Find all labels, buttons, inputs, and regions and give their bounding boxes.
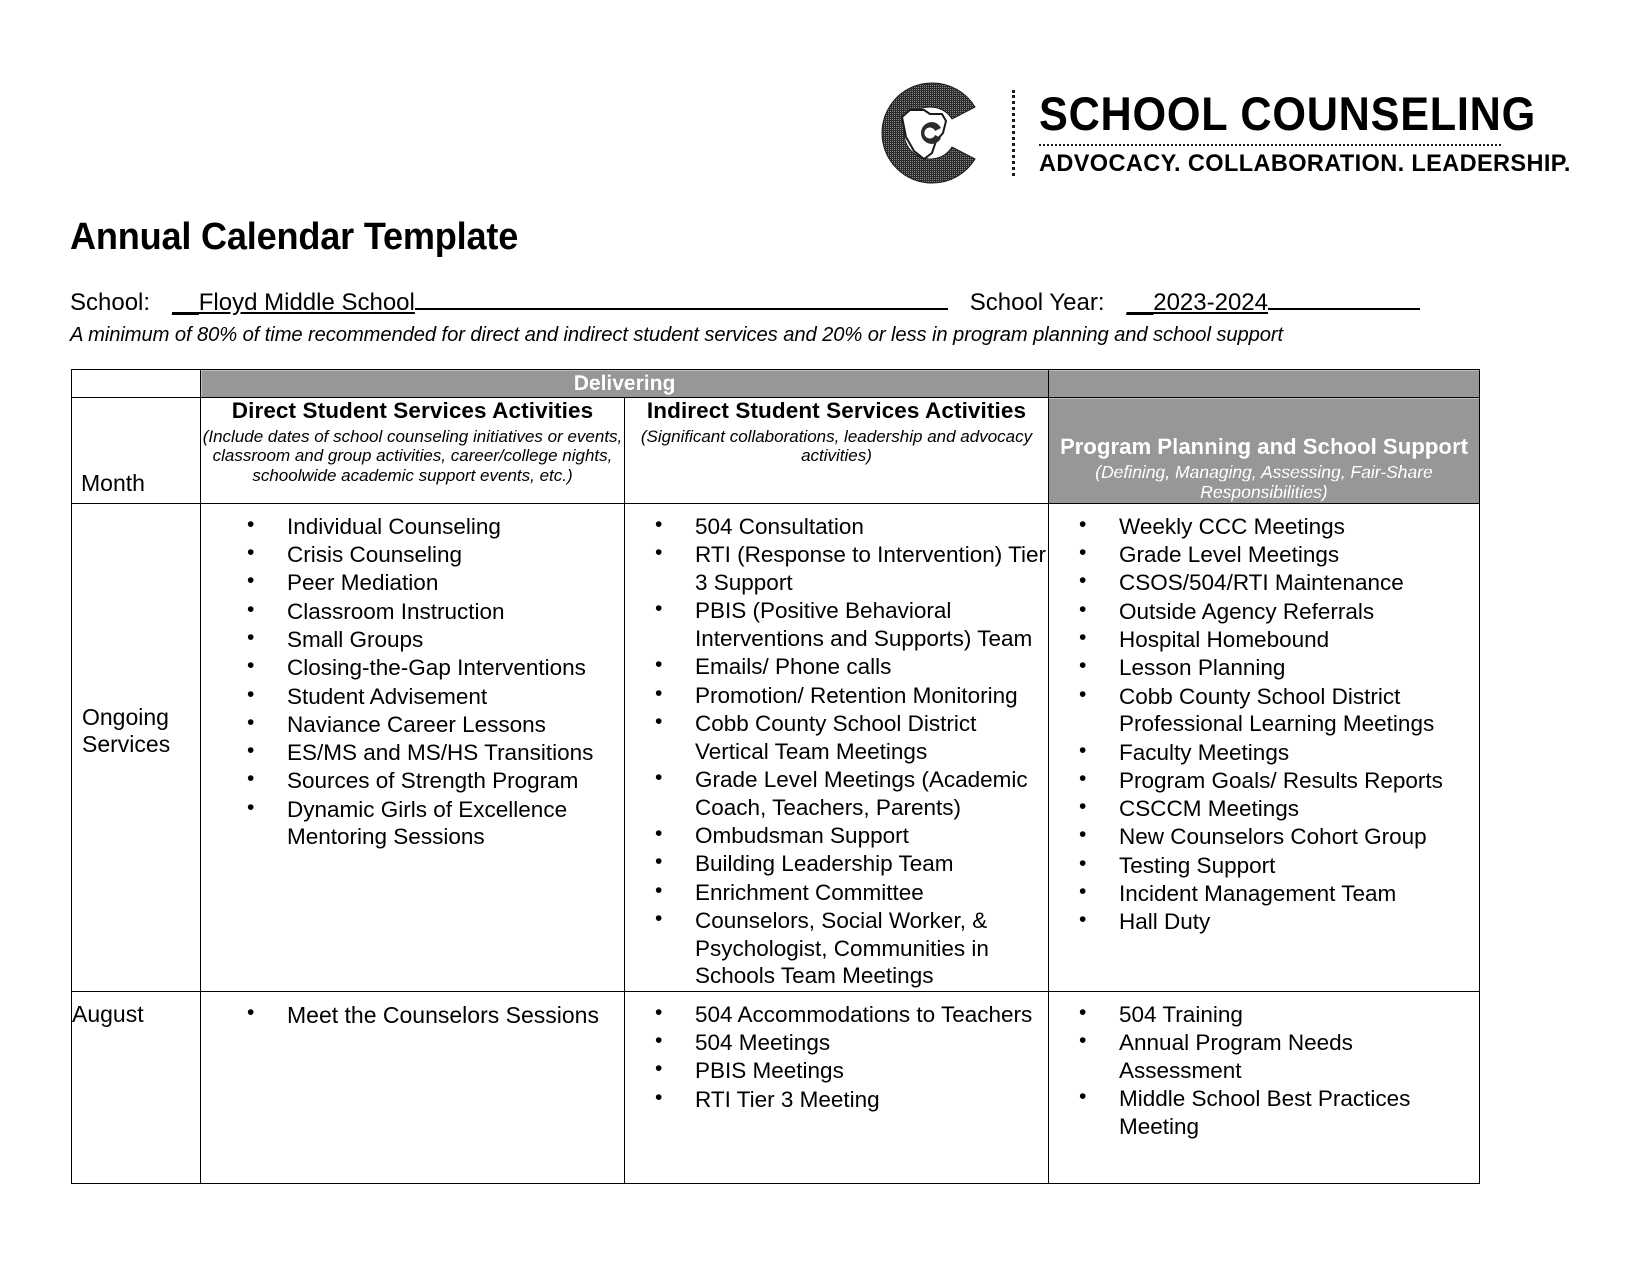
list-item: Hospital Homebound <box>1079 625 1479 654</box>
logo-divider <box>1012 90 1015 176</box>
ongoing-direct-services-cell: Individual Counseling Crisis Counseling … <box>200 502 625 992</box>
list-item: Grade Level Meetings (Academic Coach, Te… <box>655 765 1048 822</box>
list-item: Grade Level Meetings <box>1079 540 1479 569</box>
list-item: Cobb County School District Professional… <box>1079 682 1479 739</box>
table-row: August Meet the Counselors Sessions 504 … <box>71 990 1481 1185</box>
direct-services-subtitle: (Include dates of school counseling init… <box>202 426 623 486</box>
list-item: 504 Training <box>1079 1000 1479 1029</box>
logo-rule <box>1039 143 1501 146</box>
school-year-label: School Year: <box>969 289 1105 316</box>
list-item: ES/MS and MS/HS Transitions <box>247 738 624 767</box>
august-program-planning-list: 504 Training Annual Program Needs Assess… <box>1049 1000 1479 1141</box>
ongoing-program-planning-list: Weekly CCC Meetings Grade Level Meetings… <box>1049 512 1479 936</box>
list-item: Emails/ Phone calls <box>655 652 1048 681</box>
list-item: Counselors, Social Worker, & Psychologis… <box>655 906 1048 990</box>
logo-subtitle: ADVOCACY. COLLABORATION. LEADERSHIP. <box>1039 149 1571 177</box>
direct-services-column-header: Direct Student Services Activities (Incl… <box>200 397 625 504</box>
list-item: Small Groups <box>247 625 624 654</box>
school-meta-line: School: __Floyd Middle School School Yea… <box>70 289 1420 317</box>
logo-title: SCHOOL COUNSELING <box>1039 86 1537 140</box>
row-month-line1: Ongoing <box>82 703 169 730</box>
indirect-services-title: Indirect Student Services Activities <box>646 398 1027 423</box>
school-year-value: __2023-2024 <box>1126 289 1268 316</box>
indirect-services-subtitle: (Significant collaborations, leadership … <box>640 426 1033 466</box>
direct-services-title: Direct Student Services Activities <box>231 398 594 423</box>
corner-blank-cell <box>71 369 201 398</box>
august-direct-services-cell: Meet the Counselors Sessions <box>200 990 625 1185</box>
list-item: RTI Tier 3 Meeting <box>655 1085 1048 1114</box>
document-page: SCHOOL COUNSELING ADVOCACY. COLLABORATIO… <box>0 0 1650 1275</box>
list-item: Lesson Planning <box>1079 653 1479 682</box>
list-item: Crisis Counseling <box>247 540 624 569</box>
delivering-group-header: Delivering <box>199 369 1050 398</box>
list-item: 504 Accommodations to Teachers <box>655 1000 1048 1029</box>
ongoing-program-planning-cell: Weekly CCC Meetings Grade Level Meetings… <box>1048 502 1481 992</box>
month-column-label: Month <box>81 469 145 496</box>
list-item: Middle School Best Practices Meeting <box>1079 1084 1479 1141</box>
table-row: Ongoing Services Individual Counseling C… <box>71 502 1481 992</box>
list-item: PBIS (Positive Behavioral Interventions … <box>655 596 1048 653</box>
list-item: Annual Program Needs Assessment <box>1079 1028 1479 1085</box>
list-item: PBIS Meetings <box>655 1056 1048 1085</box>
list-item: Promotion/ Retention Monitoring <box>655 681 1048 710</box>
list-item: 504 Meetings <box>655 1028 1048 1057</box>
list-item: Meet the Counselors Sessions <box>247 1000 624 1029</box>
time-allocation-note: A minimum of 80% of time recommended for… <box>70 323 1284 346</box>
list-item: Hall Duty <box>1079 907 1479 936</box>
table-column-header-row: Month Direct Student Services Activities… <box>71 397 1481 504</box>
row-month-line2: Services <box>82 731 171 758</box>
ongoing-direct-services-list: Individual Counseling Crisis Counseling … <box>201 512 624 852</box>
logo-wordmark: SCHOOL COUNSELING ADVOCACY. COLLABORATIO… <box>1039 90 1593 177</box>
list-item: New Counselors Cohort Group <box>1079 822 1479 851</box>
list-item: Testing Support <box>1079 851 1479 880</box>
program-planning-title: Program Planning and School Support <box>1059 434 1469 459</box>
school-year-blank-rule <box>1268 308 1420 310</box>
list-item: Building Leadership Team <box>655 849 1048 878</box>
program-group-header-spacer <box>1048 369 1481 398</box>
annual-calendar-table: Delivering Month Direct Student Services… <box>71 369 1481 1185</box>
ongoing-indirect-services-list: 504 Consultation RTI (Response to Interv… <box>625 512 1048 990</box>
page-title: Annual Calendar Template <box>70 216 519 258</box>
list-item: Cobb County School District Vertical Tea… <box>655 709 1048 766</box>
program-planning-column-header: Program Planning and School Support (Def… <box>1048 397 1481 504</box>
row-month-august: August <box>71 990 201 1185</box>
ongoing-indirect-services-cell: 504 Consultation RTI (Response to Interv… <box>623 502 1050 992</box>
list-item: Sources of Strength Program <box>247 766 624 795</box>
list-item: Closing-the-Gap Interventions <box>247 653 624 682</box>
august-indirect-services-list: 504 Accommodations to Teachers 504 Meeti… <box>625 1000 1048 1114</box>
list-item: Incident Management Team <box>1079 879 1479 908</box>
month-column-header: Month <box>71 397 201 504</box>
school-label: School: <box>70 289 151 316</box>
list-item: CSOS/504/RTI Maintenance <box>1079 568 1479 597</box>
list-item: Ombudsman Support <box>655 821 1048 850</box>
georgia-c-monogram-icon <box>880 81 984 185</box>
school-counseling-logo: SCHOOL COUNSELING ADVOCACY. COLLABORATIO… <box>880 78 1570 188</box>
list-item: Dynamic Girls of Excellence Mentoring Se… <box>247 795 624 852</box>
table-group-header-row: Delivering <box>71 369 1481 398</box>
school-blank-rule <box>414 308 948 310</box>
list-item: RTI (Response to Intervention) Tier 3 Su… <box>655 540 1048 597</box>
august-program-planning-cell: 504 Training Annual Program Needs Assess… <box>1048 990 1481 1185</box>
list-item: Enrichment Committee <box>655 878 1048 907</box>
list-item: Individual Counseling <box>247 512 624 541</box>
school-value: __Floyd Middle School <box>172 289 415 316</box>
list-item: Program Goals/ Results Reports <box>1079 766 1479 795</box>
list-item: 504 Consultation <box>655 512 1048 541</box>
august-indirect-services-cell: 504 Accommodations to Teachers 504 Meeti… <box>623 990 1050 1185</box>
indirect-services-column-header: Indirect Student Services Activities (Si… <box>623 397 1050 504</box>
august-direct-services-list: Meet the Counselors Sessions <box>201 1000 624 1029</box>
list-item: Peer Mediation <box>247 568 624 597</box>
list-item: Faculty Meetings <box>1079 738 1479 767</box>
row-month-ongoing: Ongoing Services <box>71 502 201 992</box>
list-item: CSCCM Meetings <box>1079 794 1479 823</box>
list-item: Student Advisement <box>247 682 624 711</box>
list-item: Outside Agency Referrals <box>1079 597 1479 626</box>
program-planning-subtitle: (Defining, Managing, Assessing, Fair-Sha… <box>1095 461 1433 503</box>
list-item: Weekly CCC Meetings <box>1079 512 1479 541</box>
list-item: Naviance Career Lessons <box>247 710 624 739</box>
list-item: Classroom Instruction <box>247 597 624 626</box>
